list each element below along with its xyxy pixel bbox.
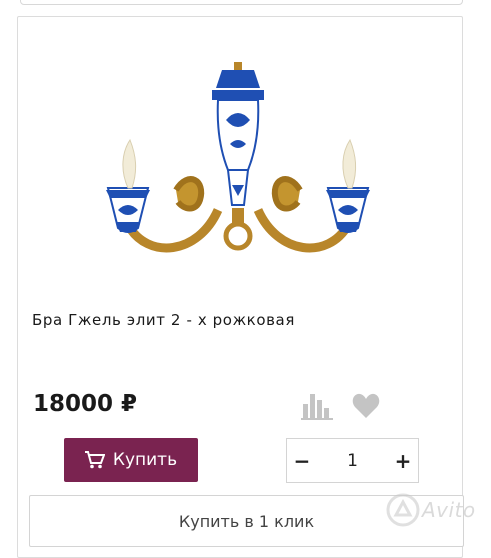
quantity-stepper: − 1 +	[286, 438, 419, 483]
cart-icon	[84, 451, 105, 469]
avito-watermark: Avito	[386, 485, 486, 535]
watermark-text: Avito	[422, 498, 476, 522]
previous-card-edge	[20, 0, 463, 5]
quantity-value[interactable]: 1	[317, 451, 388, 471]
buy-button-label: Купить	[112, 450, 178, 470]
product-title[interactable]: Бра Гжель элит 2 - х рожковая	[32, 311, 295, 329]
product-price: 18000 ₽	[33, 391, 138, 417]
buy-button[interactable]: Купить	[64, 438, 198, 482]
avito-logo-icon	[386, 493, 420, 527]
product-image[interactable]	[88, 40, 388, 280]
one-click-label: Купить в 1 клик	[178, 511, 315, 531]
decrement-button[interactable]: −	[287, 439, 317, 482]
bar-chart-icon[interactable]	[301, 390, 333, 420]
increment-button[interactable]: +	[388, 439, 418, 482]
heart-icon[interactable]	[352, 393, 380, 419]
